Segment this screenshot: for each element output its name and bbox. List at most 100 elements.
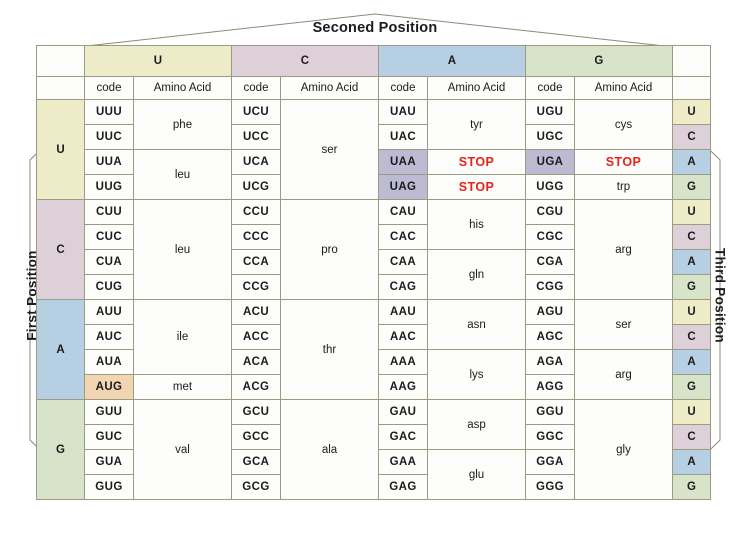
amino-acid-cell-UUU: phe <box>133 99 232 150</box>
codon-cell-GAC: GAC <box>378 424 428 450</box>
codon-cell-CUG: CUG <box>84 274 134 300</box>
codon-row: G GUU val GCU ala GAU asp GGU gly U <box>36 399 711 500</box>
codon-cell-GAA: GAA <box>378 449 428 475</box>
second-position-title: Seconed Position <box>312 20 438 36</box>
third-position-base-G-A: A <box>672 449 711 475</box>
codon-cell-ACA: ACA <box>231 349 281 375</box>
codon-cell-CCG: CCG <box>231 274 281 300</box>
codon-cell-AUC: AUC <box>84 324 134 350</box>
genetic-code-grid: U C A Gcode Amino Acid code Amino Acid code Amin… <box>36 45 711 500</box>
amino-acid-cell-CAA: gln <box>427 249 526 300</box>
codon-cell-GGU: GGU <box>525 399 575 425</box>
second-position-header-A: A <box>378 45 526 77</box>
codon-cell-AAU: AAU <box>378 299 428 325</box>
amino-acid-cell-CCU: pro <box>280 199 379 300</box>
grid-subheader-row: code Amino Acid code Amino Acid code Amino Ac… <box>36 76 711 100</box>
amino-acid-cell-UCU: ser <box>280 99 379 200</box>
codon-cell-UGG: UGG <box>525 174 575 200</box>
third-position-base-G-G: G <box>672 474 711 500</box>
amino-acid-cell-UAG: STOP <box>427 174 526 200</box>
codon-cell-CAA: CAA <box>378 249 428 275</box>
third-position-base-G-U: U <box>672 399 711 425</box>
third-position-base-U-G: G <box>672 174 711 200</box>
codon-cell-UUG: UUG <box>84 174 134 200</box>
codon-cell-GAU: GAU <box>378 399 428 425</box>
codon-cell-AGG: AGG <box>525 374 575 400</box>
codon-cell-GGA: GGA <box>525 449 575 475</box>
amino-acid-cell-AAU: asn <box>427 299 526 350</box>
amino-acid-cell-ACU: thr <box>280 299 379 400</box>
codon-cell-GCC: GCC <box>231 424 281 450</box>
codon-cell-CCC: CCC <box>231 224 281 250</box>
codon-cell-CAC: CAC <box>378 224 428 250</box>
third-position-base-C-U: U <box>672 199 711 225</box>
amino-acid-cell-UGU: cys <box>574 99 673 150</box>
codon-cell-UCU: UCU <box>231 99 281 125</box>
amino-acid-cell-GAU: asp <box>427 399 526 450</box>
amino-acid-cell-CUU: leu <box>133 199 232 300</box>
codon-row: C CUU leu CCU pro CAU his CGU arg U <box>36 199 711 300</box>
amino-acid-cell-GGU: gly <box>574 399 673 500</box>
codon-cell-UGU: UGU <box>525 99 575 125</box>
codon-cell-GUC: GUC <box>84 424 134 450</box>
third-position-base-A-C: C <box>672 324 711 350</box>
codon-row: A AUU ile ACU thr AAU asn AGU ser U <box>36 299 711 400</box>
amino-acid-cell-UGA: STOP <box>574 149 673 175</box>
amino-acid-cell-AGA: arg <box>574 349 673 400</box>
amino-acid-header-U: Amino Acid <box>133 76 232 100</box>
third-position-base-A-G: G <box>672 374 711 400</box>
third-position-base-C-A: A <box>672 249 711 275</box>
codon-cell-AUU: AUU <box>84 299 134 325</box>
third-position-base-A-U: U <box>672 299 711 325</box>
codon-cell-UUC: UUC <box>84 124 134 150</box>
second-position-header-C: C <box>231 45 379 77</box>
amino-acid-cell-GCU: ala <box>280 399 379 500</box>
codon-cell-GAG: GAG <box>378 474 428 500</box>
second-position-header-G: G <box>525 45 673 77</box>
stop-label: STOP <box>605 155 642 169</box>
codon-cell-AUG: AUG <box>84 374 134 400</box>
third-position-base-U-C: C <box>672 124 711 150</box>
grid-corner-top-left <box>36 45 85 77</box>
third-position-base-A-A: A <box>672 349 711 375</box>
third-position-base-U-A: A <box>672 149 711 175</box>
codon-cell-CAU: CAU <box>378 199 428 225</box>
stop-label: STOP <box>458 180 495 194</box>
genetic-code-table-figure: Seconed Position First Position Third Po… <box>0 0 750 533</box>
codon-cell-CGA: CGA <box>525 249 575 275</box>
amino-acid-cell-UAA: STOP <box>427 149 526 175</box>
grid-corner-top-right <box>672 45 711 77</box>
first-position-base-G: G <box>36 399 85 500</box>
codon-cell-UAG: UAG <box>378 174 428 200</box>
codon-cell-ACU: ACU <box>231 299 281 325</box>
code-header-U: code <box>84 76 134 100</box>
grid-header-row: UCAG <box>36 45 711 77</box>
codon-cell-GUA: GUA <box>84 449 134 475</box>
third-position-base-G-C: C <box>672 424 711 450</box>
codon-cell-CUC: CUC <box>84 224 134 250</box>
codon-cell-AGA: AGA <box>525 349 575 375</box>
codon-cell-UAA: UAA <box>378 149 428 175</box>
codon-cell-UCG: UCG <box>231 174 281 200</box>
codon-row: U UUU phe UCU ser UAU tyr UGU cys U <box>36 99 711 200</box>
code-header-C: code <box>231 76 281 100</box>
codon-cell-CGC: CGC <box>525 224 575 250</box>
amino-acid-cell-CGU: arg <box>574 199 673 300</box>
codon-cell-CUA: CUA <box>84 249 134 275</box>
codon-cell-UGA: UGA <box>525 149 575 175</box>
codon-cell-UCC: UCC <box>231 124 281 150</box>
amino-acid-cell-GUU: val <box>133 399 232 500</box>
codon-cell-CGU: CGU <box>525 199 575 225</box>
first-position-base-C: C <box>36 199 85 300</box>
amino-acid-cell-AGU: ser <box>574 299 673 350</box>
first-position-base-U: U <box>36 99 85 200</box>
amino-acid-cell-AUU: ile <box>133 299 232 375</box>
third-position-base-U-U: U <box>672 99 711 125</box>
codon-cell-GCG: GCG <box>231 474 281 500</box>
codon-cell-CCU: CCU <box>231 199 281 225</box>
codon-cell-AAA: AAA <box>378 349 428 375</box>
codon-cell-GGC: GGC <box>525 424 575 450</box>
codon-cell-AGU: AGU <box>525 299 575 325</box>
code-header-A: code <box>378 76 428 100</box>
third-position-title: Third Position <box>712 248 728 343</box>
